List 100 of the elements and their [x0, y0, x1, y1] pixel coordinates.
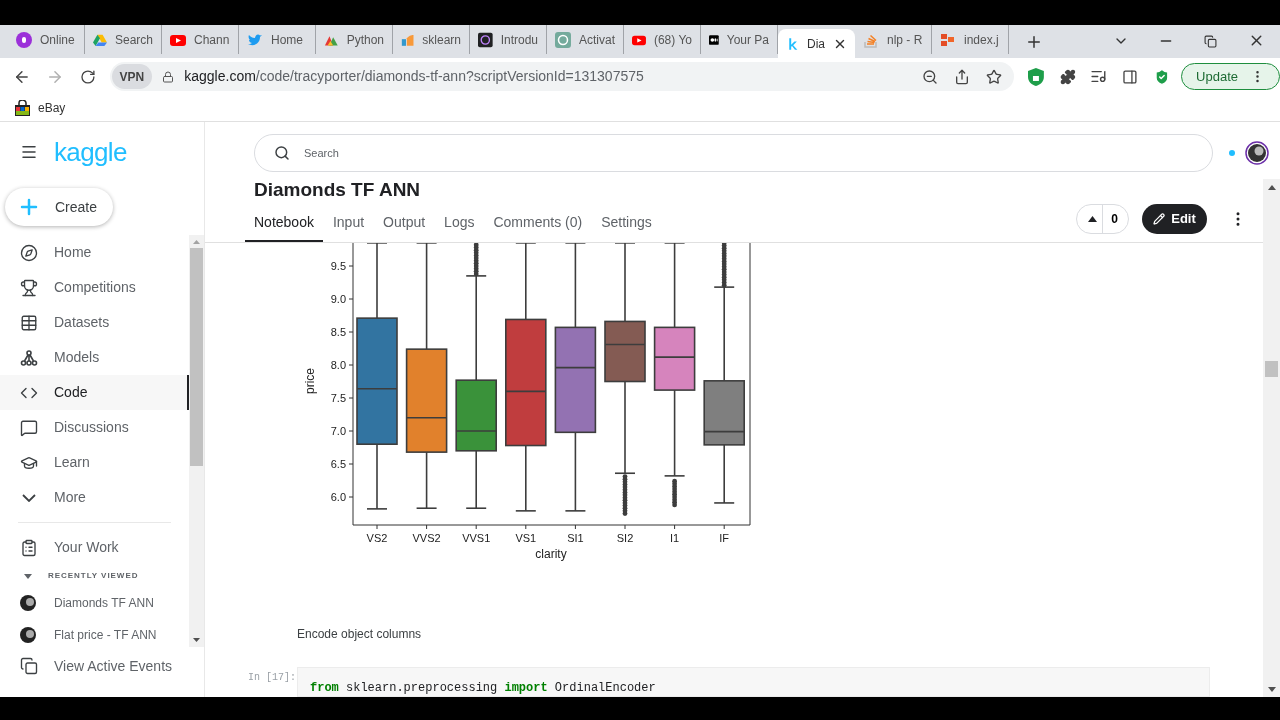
- extensions-icon[interactable]: [1059, 68, 1076, 85]
- search-icon: [274, 145, 290, 161]
- bookmark-star-icon[interactable]: [985, 68, 1002, 85]
- media-icon[interactable]: [1089, 68, 1107, 85]
- browser-tab[interactable]: index.j: [932, 25, 1009, 54]
- median-line: [653, 356, 696, 358]
- lock-icon: [162, 70, 175, 83]
- scrollbar-thumb[interactable]: [190, 248, 203, 466]
- nav-item[interactable]: Models: [0, 340, 189, 375]
- browser-tab[interactable]: Dia: [778, 29, 855, 58]
- nav-item[interactable]: Your Work: [0, 530, 189, 565]
- clipboard-icon: [20, 538, 38, 557]
- y-tick-label: 8.0: [330, 359, 346, 371]
- tab-title: Python: [346, 31, 384, 49]
- notebook-tab[interactable]: Comments (0): [484, 212, 592, 242]
- x-tick-label: VVS2: [412, 532, 441, 544]
- notebook-title: Diamonds TF ANN: [254, 179, 422, 201]
- table-icon: [20, 313, 38, 332]
- tab-title: (68) Yo: [653, 31, 692, 49]
- y-tick-label: 9.5: [330, 260, 346, 272]
- median-line: [405, 417, 448, 419]
- shield-icon[interactable]: [1027, 67, 1044, 86]
- vpn-badge[interactable]: VPN: [111, 64, 153, 89]
- nav-item[interactable]: Competitions: [0, 270, 189, 305]
- reload-icon[interactable]: [79, 68, 96, 85]
- upvote-icon: [1088, 216, 1097, 222]
- median-line: [356, 387, 398, 390]
- nav-item[interactable]: More: [0, 480, 189, 515]
- y-tick-label: 6.5: [330, 458, 346, 470]
- browser-tab[interactable]: Online: [8, 25, 85, 54]
- notebook-avatar-icon: [20, 595, 36, 611]
- recently-viewed-toggle[interactable]: RECENTLY VIEWED: [0, 565, 189, 587]
- trophy-icon: [20, 278, 38, 297]
- notebook-tab[interactable]: Logs: [435, 212, 484, 242]
- median-line: [455, 430, 497, 432]
- new-tab-icon[interactable]: [1025, 33, 1043, 51]
- tab-title: nlp - R: [887, 31, 923, 49]
- pencil-icon: [1153, 213, 1166, 225]
- recent-item[interactable]: Flat price - TF ANN: [0, 619, 189, 651]
- page-scrollbar[interactable]: [1263, 179, 1280, 697]
- tab-favicon-icon: [940, 31, 956, 48]
- nav-item[interactable]: Datasets: [0, 305, 189, 340]
- browser-tab[interactable]: Search: [85, 25, 162, 54]
- outlier-points: [622, 474, 628, 516]
- user-avatar[interactable]: [1245, 141, 1269, 165]
- tab-favicon-icon: [786, 35, 799, 52]
- shopping-bag-icon: [14, 100, 31, 116]
- restore-icon[interactable]: [1204, 35, 1217, 48]
- url-text: kaggle.com/code/tracyporter/diamonds-tf-ann?scriptVersionId=131307575: [184, 67, 644, 86]
- nav-item[interactable]: Home: [0, 235, 189, 270]
- zoom-out-icon[interactable]: [921, 68, 938, 85]
- nav-item[interactable]: Code: [0, 375, 189, 410]
- menu-icon[interactable]: [20, 143, 38, 161]
- tab-title: Online: [40, 31, 75, 49]
- sidebar-scrollbar[interactable]: [189, 235, 204, 647]
- edit-button[interactable]: Edit: [1142, 204, 1207, 234]
- nav-item[interactable]: Learn: [0, 445, 189, 480]
- code-cell[interactable]: from sklearn.preprocessing import OrdinalEncoder: [297, 667, 1210, 697]
- browser-tab[interactable]: Activat: [547, 25, 624, 54]
- median-line: [505, 390, 547, 393]
- search-field[interactable]: Search: [254, 134, 1213, 172]
- notebook-tab[interactable]: Notebook: [245, 212, 323, 242]
- share-icon[interactable]: [953, 68, 970, 85]
- scroll-down-icon[interactable]: [193, 638, 200, 642]
- browser-tab[interactable]: sklearn: [393, 25, 470, 54]
- notebook-avatar-icon: [20, 627, 36, 643]
- tab-title: Chann: [194, 31, 230, 49]
- address-bar[interactable]: VPN kaggle.com/code/tracyporter/diamonds-tf-ann?scriptVersionId=131307575: [109, 62, 1014, 91]
- scrollbar-thumb[interactable]: [1265, 361, 1278, 377]
- notebook-tab[interactable]: Settings: [592, 212, 661, 242]
- notebook-tab[interactable]: Input: [323, 212, 374, 242]
- tab-title: Home: [271, 31, 303, 49]
- nav-item[interactable]: View Active Events: [0, 651, 189, 681]
- outlier-points: [473, 243, 479, 277]
- create-button[interactable]: Create: [5, 188, 113, 226]
- browser-tab[interactable]: Chann: [162, 25, 239, 54]
- tab-favicon-icon: [478, 31, 493, 48]
- notebook-tab[interactable]: Output: [374, 212, 435, 242]
- nav-item[interactable]: Discussions: [0, 410, 189, 445]
- x-tick-label: VS2: [366, 532, 388, 544]
- scroll-down-icon[interactable]: [1267, 687, 1276, 692]
- tab-title: sklearn: [422, 31, 461, 49]
- x-tick-label: VVS1: [462, 532, 491, 544]
- median-line: [554, 366, 597, 369]
- browser-tab[interactable]: Home: [239, 25, 316, 54]
- browser-tab[interactable]: Python: [316, 25, 393, 54]
- axis-label: price: [303, 368, 317, 394]
- browser-tab[interactable]: Introdu: [470, 25, 547, 54]
- scroll-up-icon[interactable]: [1267, 185, 1276, 190]
- recent-item[interactable]: Diamonds TF ANN: [0, 587, 189, 619]
- x-tick-label: SI1: [567, 532, 584, 544]
- y-tick-label: 8.5: [330, 326, 346, 338]
- side-panel-icon[interactable]: [1122, 68, 1139, 85]
- tab-favicon-icon: [555, 31, 571, 48]
- y-tick-label: 7.0: [330, 425, 346, 437]
- browser-tab[interactable]: (68) Yo: [624, 25, 701, 54]
- median-line: [604, 343, 646, 346]
- browser-tab[interactable]: nlp - R: [855, 25, 932, 54]
- bookmark[interactable]: eBay: [14, 99, 66, 117]
- update-button[interactable]: Update: [1181, 63, 1280, 90]
